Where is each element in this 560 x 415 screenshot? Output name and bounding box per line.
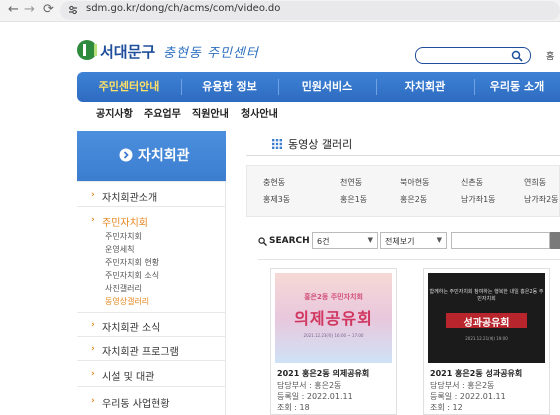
subnav-building[interactable]: 청사안내 xyxy=(241,105,278,120)
site-page: 서대문구 충현동 주민센터 홈 주민센터안내 유용한 정보 민원서비스 자치회관… xyxy=(0,22,560,415)
side-subitem[interactable]: 주민자치회 xyxy=(105,231,142,242)
page-title: 동영상 갤러리 xyxy=(288,138,353,151)
video-date: 등록일 : 2022.01.11 xyxy=(277,392,353,401)
video-title[interactable]: 2021 홍은2동 의제공유회 xyxy=(277,368,369,379)
side-subitem-active[interactable]: 동영상갤러리 xyxy=(105,296,149,307)
thumb-caption: 함께하는 주민자치회 참여하는 행복한 내일 홍은2동 주민자치회 xyxy=(429,289,544,302)
logo-text[interactable]: 서대문구 xyxy=(100,41,155,62)
chevron-right-circle-icon xyxy=(119,148,133,162)
logo-subtitle[interactable]: 충현동 주민센터 xyxy=(163,42,259,61)
video-views: 조회 : 12 xyxy=(430,403,463,412)
url-text: sdm.go.kr/dong/ch/acms/com/video.do xyxy=(86,3,281,14)
side-nav-header: 자치회관 xyxy=(77,131,226,181)
side-nav-title: 자치회관 xyxy=(138,148,190,164)
chevron-down-icon: ▼ xyxy=(367,236,373,244)
main-content: 동영상 갤러리 충현동 천연동 북아현동 신촌동 연희동 홍제3동 홍은1동 홍… xyxy=(246,131,560,415)
dong-link[interactable]: 천연동 xyxy=(340,177,362,188)
dong-link[interactable]: 홍은1동 xyxy=(340,194,367,205)
side-nav-item-programs[interactable]: › 자치회관 프로그램 xyxy=(77,336,226,360)
subnav-staff[interactable]: 직원안내 xyxy=(192,105,229,120)
search-label: SEARCH xyxy=(269,236,310,246)
browser-toolbar: ← → ⟳ sdm.go.kr/dong/ch/acms/com/video.d… xyxy=(0,0,560,22)
chevron-down-icon: ▼ xyxy=(436,236,442,244)
video-date: 등록일 : 2022.01.11 xyxy=(430,392,506,401)
side-subitem[interactable]: 주민자치회 현황 xyxy=(105,257,159,268)
global-nav: 주민센터안내 유용한 정보 민원서비스 자치회관 우리동 소개 xyxy=(77,72,560,102)
search-submit-button[interactable] xyxy=(550,232,560,249)
dong-link[interactable]: 충현동 xyxy=(263,177,285,188)
side-nav-item-intro[interactable]: › 자치회관소개 xyxy=(77,181,226,206)
thumb-title: 의제공유회 xyxy=(294,309,373,328)
video-views: 조회 : 18 xyxy=(277,403,310,412)
gnb-item-civil-service[interactable]: 민원서비스 xyxy=(278,72,376,102)
reload-button[interactable]: ⟳ xyxy=(43,2,54,17)
side-subitem[interactable]: 주민자치회 소식 xyxy=(105,270,159,281)
gnb-item-center-info[interactable]: 주민센터안내 xyxy=(77,72,181,102)
dong-selector: 충현동 천연동 북아현동 신촌동 연희동 홍제3동 홍은1동 홍은2동 남가좌1… xyxy=(246,165,560,217)
side-nav-item-facilities[interactable]: › 시설 및 대관 xyxy=(77,360,226,386)
dong-link[interactable]: 신촌동 xyxy=(461,177,483,188)
district-logo-icon[interactable] xyxy=(77,40,97,60)
video-thumbnail[interactable]: 함께하는 주민자치회 참여하는 행복한 내일 홍은2동 주민자치회 성과공유회 … xyxy=(428,273,545,363)
title-divider xyxy=(246,155,560,156)
dong-link[interactable]: 남가좌2동 xyxy=(524,194,559,205)
thumb-title: 성과공유회 xyxy=(463,318,510,329)
gnb-item-community-hall[interactable]: 자치회관 xyxy=(376,72,474,102)
dong-link[interactable]: 연희동 xyxy=(524,177,546,188)
count-select[interactable]: 6건 ▼ xyxy=(312,232,378,249)
video-thumbnail[interactable]: 홍은2동 주민자치회 의제공유회 2021.12.23(목) 16:00 ~ 1… xyxy=(275,273,392,363)
thumb-date: 2021.12.23(목) 16:00 ~ 17:00 xyxy=(303,333,364,338)
dong-link[interactable]: 홍은2동 xyxy=(400,194,427,205)
count-select-value: 6건 xyxy=(317,237,330,246)
search-label-icon xyxy=(258,237,267,246)
subnav-main-work[interactable]: 주요업무 xyxy=(144,105,181,120)
side-subitem[interactable]: 사진갤러리 xyxy=(105,283,142,294)
thumb-date: 2021.12.21(화) 19:00 xyxy=(465,336,508,341)
gnb-item-useful-info[interactable]: 유용한 정보 xyxy=(181,72,278,102)
scope-select-value: 전체보기 xyxy=(385,237,415,246)
site-info-icon[interactable] xyxy=(67,4,79,16)
side-nav-item-news[interactable]: › 자치회관 소식 xyxy=(77,312,226,336)
forward-button[interactable]: → xyxy=(24,2,35,17)
back-button[interactable]: ← xyxy=(8,2,19,17)
dong-link[interactable]: 홍제3동 xyxy=(263,194,290,205)
list-divider xyxy=(258,259,560,260)
home-link[interactable]: 홈 xyxy=(546,49,554,62)
video-title[interactable]: 2021 홍은2동 성과공유회 xyxy=(430,368,522,379)
video-dept: 담당부서 : 홍은2동 xyxy=(430,381,495,390)
search-icon[interactable] xyxy=(511,50,523,62)
side-nav-item-projects[interactable]: › 우리동 사업현황 xyxy=(77,386,226,415)
scope-select[interactable]: 전체보기 ▼ xyxy=(380,232,447,249)
video-dept: 담당부서 : 홍은2동 xyxy=(277,381,342,390)
side-subitem[interactable]: 운영세칙 xyxy=(105,244,134,255)
side-nav: 자치회관 › 자치회관소개 › 주민자치회 주민자치회 운영세칙 주민자치회 현황 … xyxy=(77,131,226,415)
side-nav-item-council[interactable]: › 주민자치회 주민자치회 운영세칙 주민자치회 현황 주민자치회 소식 사진갤러… xyxy=(77,206,226,312)
keyword-input[interactable] xyxy=(451,232,550,249)
thumb-caption: 홍은2동 주민자치회 xyxy=(304,293,363,301)
grid-icon xyxy=(272,139,282,149)
dong-link[interactable]: 북아현동 xyxy=(400,177,429,188)
subnav-notice[interactable]: 공지사항 xyxy=(96,105,133,120)
gnb-item-about-dong[interactable]: 우리동 소개 xyxy=(474,72,560,102)
video-card[interactable]: 홍은2동 주민자치회 의제공유회 2021.12.23(목) 16:00 ~ 1… xyxy=(270,268,397,415)
dong-link[interactable]: 남가좌1동 xyxy=(461,194,496,205)
video-card[interactable]: 함께하는 주민자치회 참여하는 행복한 내일 홍은2동 주민자치회 성과공유회 … xyxy=(423,268,550,415)
